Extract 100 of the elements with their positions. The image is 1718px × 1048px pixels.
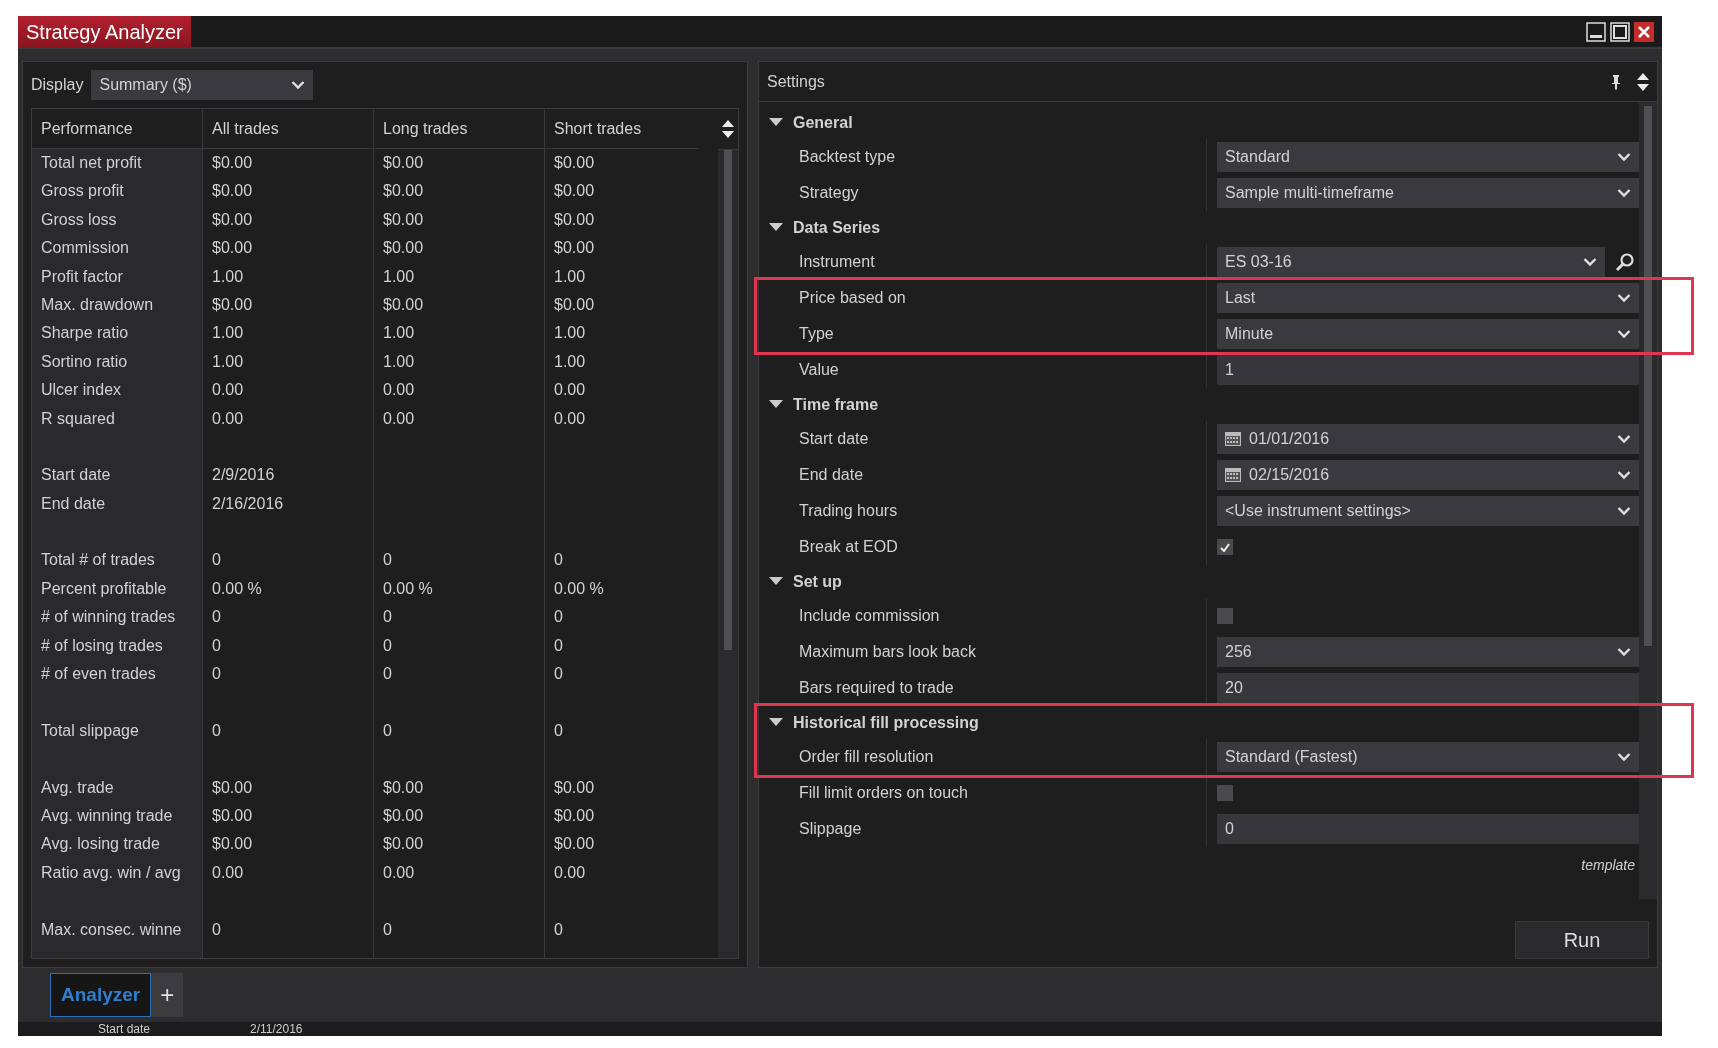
table-cell: 2/11/2016 <box>250 1022 303 1036</box>
row-label: Max. drawdown <box>40 294 155 315</box>
table-cell-text: 0 <box>382 635 393 656</box>
table-cell-text: 0.00 <box>553 380 587 401</box>
minimize-icon[interactable] <box>1586 21 1606 42</box>
table-cell-text: 0 <box>382 607 393 628</box>
checkbox[interactable] <box>1217 539 1233 555</box>
table-cell-text: $0.00 <box>211 153 254 173</box>
row-label: End date <box>40 493 107 514</box>
close-icon[interactable] <box>1634 21 1654 42</box>
table-cell-text: 0 <box>553 919 564 940</box>
table-cell-text: $0.00 <box>211 238 254 259</box>
scroll-down-icon[interactable] <box>722 131 734 139</box>
table-cell-text: 0.00 <box>211 408 245 429</box>
table-cell-text: 0.00 <box>382 380 416 401</box>
row-label: Commission <box>40 238 130 259</box>
setting-label: Break at EOD <box>799 537 898 557</box>
setting-label: Backtest type <box>799 147 896 167</box>
row-label: Sortino ratio <box>40 351 129 372</box>
display-label: Display <box>31 75 84 95</box>
table-cell-text: $0.00 <box>382 777 425 798</box>
table-cell-text: 0.00 <box>553 862 587 883</box>
row-label: Gross profit <box>40 181 125 202</box>
input-field[interactable]: 0 <box>1217 814 1639 844</box>
table-cell-text: $0.00 <box>382 181 425 202</box>
scrollbar-thumb[interactable] <box>1644 106 1652 646</box>
checkbox[interactable] <box>1217 785 1233 801</box>
table-cell-text: $0.00 <box>211 294 254 315</box>
dropdown-field[interactable]: Standard <box>1217 142 1639 172</box>
table-cell-text: $0.00 <box>211 834 254 855</box>
tab[interactable]: Analyzer <box>50 973 152 1017</box>
table-cell-text: 0.00 <box>382 862 416 883</box>
chevron-down-icon <box>1617 470 1631 480</box>
template-link[interactable]: template <box>1581 855 1635 876</box>
caret-icon[interactable] <box>769 223 783 232</box>
group-title: Historical fill processing <box>793 712 979 733</box>
dropdown-field[interactable]: Sample multi-timeframe <box>1217 178 1639 208</box>
calendar-icon <box>1225 468 1241 482</box>
input-field[interactable]: 20 <box>1217 673 1639 703</box>
row-label: Start date <box>40 465 112 486</box>
row-label: Profit factor <box>40 266 124 287</box>
setting-label: End date <box>799 465 864 485</box>
setting-label: Maximum bars look back <box>799 642 976 662</box>
group-title: Time frame <box>793 394 879 415</box>
search-icon[interactable] <box>1615 252 1635 272</box>
scroll-down-icon[interactable] <box>1637 83 1649 92</box>
table-cell-text: 1.00 <box>553 351 587 372</box>
dropdown-field[interactable]: Minute <box>1217 319 1639 349</box>
table-cell-text: $0.00 <box>382 294 425 315</box>
dropdown-field[interactable]: 01/01/2016 <box>1217 424 1639 454</box>
row-label: # of losing trades <box>40 635 164 656</box>
caret-icon[interactable] <box>769 577 783 586</box>
chevron-down-icon <box>1617 647 1631 657</box>
table-cell-text: 0 <box>553 550 564 571</box>
chevron-down-icon <box>1617 293 1631 303</box>
setting-label: Type <box>799 324 834 344</box>
table-cell-text: $0.00 <box>211 181 254 202</box>
dropdown-field[interactable]: Last <box>1217 283 1639 313</box>
table-cell-text: 0 <box>382 664 393 685</box>
maximize-icon[interactable] <box>1610 21 1630 42</box>
row-label: Sharpe ratio <box>40 323 130 344</box>
setting-label: Slippage <box>799 819 862 839</box>
scroll-up-icon[interactable] <box>1637 71 1649 80</box>
chevron-down-icon <box>1617 752 1631 762</box>
table-cell-text: 0.00 % <box>553 578 605 599</box>
table-cell-text: 0.00 % <box>382 578 434 599</box>
table-cell-text: $0.00 <box>553 153 596 173</box>
dropdown-field[interactable]: Standard (Fastest) <box>1217 742 1639 772</box>
input-field[interactable]: 1 <box>1217 355 1639 385</box>
pin-icon[interactable] <box>1611 73 1621 90</box>
dropdown-field[interactable]: ES 03-16 <box>1217 247 1605 277</box>
scroll-up-icon[interactable] <box>722 119 734 127</box>
dropdown-field[interactable]: 02/15/2016 <box>1217 460 1639 490</box>
calendar-icon <box>1225 432 1241 446</box>
row-label: Max. consec. winne <box>40 919 183 940</box>
table-cell-text: $0.00 <box>553 777 596 798</box>
table-cell-text: 1.00 <box>211 351 245 372</box>
table-cell-text: 2/9/2016 <box>211 465 276 486</box>
add-tab-button[interactable]: + <box>151 973 184 1017</box>
dropdown-field[interactable]: 256 <box>1217 637 1639 667</box>
run-button[interactable]: Run <box>1515 921 1649 959</box>
window-title: Strategy Analyzer <box>18 16 191 47</box>
display-dropdown[interactable]: Summary ($) <box>91 70 314 100</box>
chevron-down-icon <box>1617 506 1631 516</box>
caret-icon[interactable] <box>769 400 783 409</box>
table-cell-text: $0.00 <box>553 806 596 826</box>
setting-label: Include commission <box>799 606 940 626</box>
chevron-down-icon <box>1617 329 1631 339</box>
scrollbar-thumb[interactable] <box>724 150 732 650</box>
row-label: Avg. losing trade <box>40 834 161 855</box>
caret-icon[interactable] <box>769 118 783 127</box>
table-cell-text: 0 <box>382 550 393 571</box>
checkbox[interactable] <box>1217 608 1233 624</box>
caret-icon[interactable] <box>769 718 783 727</box>
dropdown-field[interactable]: <Use instrument settings> <box>1217 496 1639 526</box>
table-cell-text: 0 <box>553 720 564 741</box>
table-cell-text: 0 <box>382 720 393 741</box>
chevron-down-icon <box>1617 434 1631 444</box>
chevron-down-icon <box>291 80 306 90</box>
table-cell-text: $0.00 <box>553 181 596 202</box>
